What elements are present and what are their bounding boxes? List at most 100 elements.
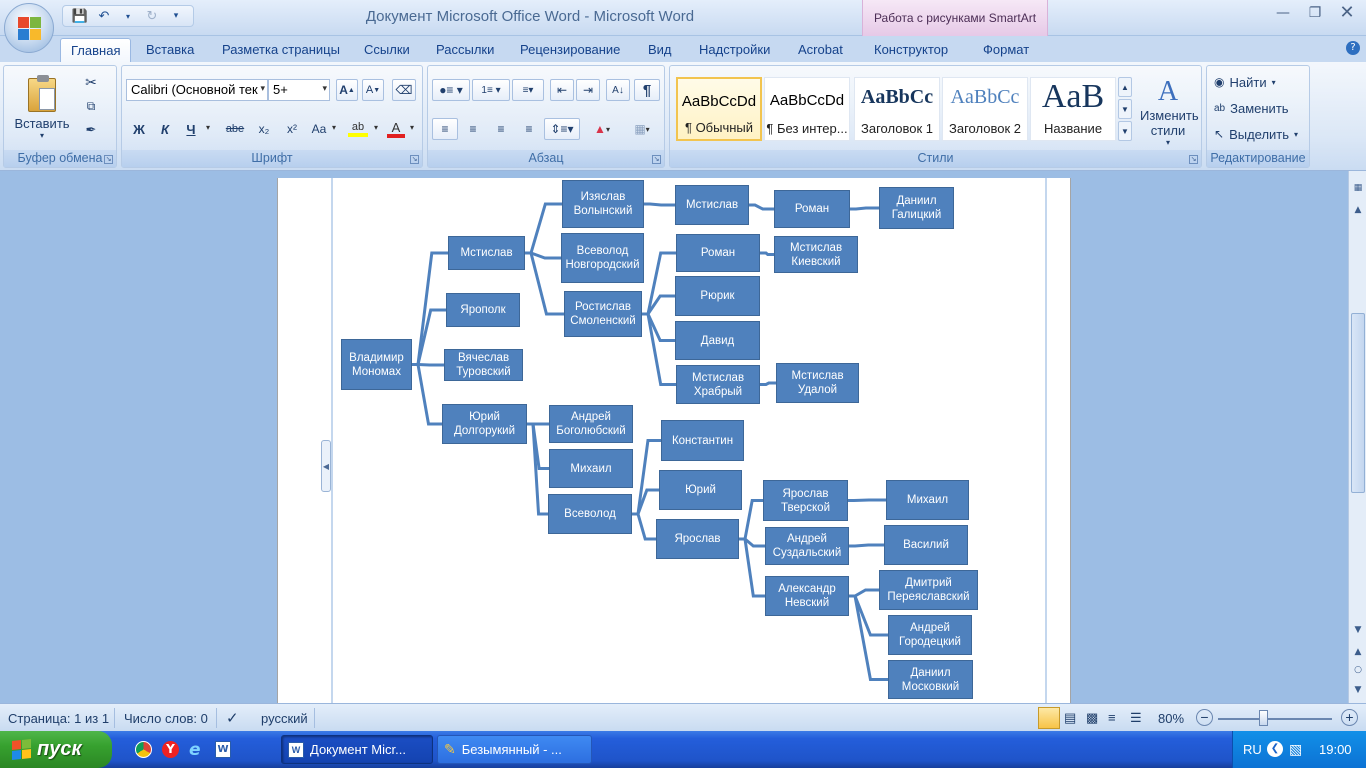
tree-node[interactable]: Изяслав Волынский — [562, 180, 644, 228]
tree-connector — [739, 537, 765, 598]
tree-connector — [525, 202, 562, 255]
status-divider — [216, 708, 217, 728]
tree-node[interactable]: Ростислав Смоленский — [564, 291, 642, 337]
ie-icon[interactable]: e — [189, 740, 201, 760]
proofing-icon[interactable]: ✓ — [226, 709, 239, 727]
browse-object-icon[interactable]: ○ — [1351, 663, 1365, 677]
office-button[interactable] — [4, 3, 54, 53]
tree-node[interactable]: Василий — [884, 525, 968, 565]
tree-connector — [632, 439, 661, 516]
print-layout-icon[interactable] — [1038, 707, 1060, 729]
web-layout-icon[interactable]: ▩ — [1086, 710, 1098, 726]
tree-node[interactable]: Роман — [774, 190, 850, 228]
taskbar-item-paint[interactable]: ✎ Безымянный - ... — [437, 735, 592, 764]
start-button[interactable]: пуск — [0, 731, 112, 768]
tree-node[interactable]: Ярополк — [446, 293, 520, 327]
tree-connector — [739, 499, 763, 541]
yandex-icon[interactable]: Y — [162, 741, 179, 758]
tree-node[interactable]: Дмитрий Переяславский — [879, 570, 978, 610]
paint-icon: ✎ — [444, 741, 456, 757]
full-screen-reading-icon[interactable]: ▤ — [1064, 710, 1076, 726]
tree-node[interactable]: Мстислав Храбрый — [676, 365, 760, 404]
prev-page-icon[interactable]: ▲ — [1351, 645, 1365, 659]
status-divider — [114, 708, 115, 728]
tree-node[interactable]: Роман — [676, 234, 760, 272]
tree-node[interactable]: Рюрик — [675, 276, 760, 316]
tree-connector — [642, 294, 675, 316]
status-bar: Страница: 1 из 1 Число слов: 0 ✓ русский… — [0, 703, 1366, 731]
language-bar-icon[interactable]: ❮ — [1267, 741, 1283, 757]
tree-connector — [749, 203, 774, 211]
tree-node[interactable]: Мстислав — [448, 236, 525, 270]
tree-connector — [632, 512, 656, 541]
word-count[interactable]: Число слов: 0 — [124, 711, 208, 726]
zoom-in-icon[interactable]: + — [1341, 709, 1358, 726]
tree-node[interactable]: Андрей Боголюбский — [549, 405, 633, 443]
tree-node[interactable]: Андрей Городецкий — [888, 615, 972, 655]
tree-connector — [849, 543, 884, 548]
office-logo-icon — [30, 17, 41, 28]
tree-node[interactable]: Владимир Мономах — [341, 339, 412, 390]
word-quicklaunch-icon[interactable]: W — [215, 741, 231, 758]
tree-node[interactable]: Ярослав Тверской — [763, 480, 848, 521]
tree-node[interactable]: Юрий — [659, 470, 742, 510]
draft-icon[interactable]: ☰ — [1130, 710, 1142, 726]
ruler-toggle-icon[interactable]: ▦ — [1351, 181, 1365, 195]
tree-node[interactable]: Ярослав — [656, 519, 739, 559]
office-logo-icon — [18, 29, 29, 40]
system-tray: RU ❮ ▧ 19:00 — [1232, 731, 1366, 768]
tree-node[interactable]: Андрей Суздальский — [765, 527, 849, 565]
office-logo-icon — [30, 29, 41, 40]
zoom-slider-track[interactable] — [1218, 718, 1332, 720]
tree-connector — [760, 381, 776, 386]
tree-node[interactable]: Константин — [661, 420, 744, 461]
tree-connector — [642, 312, 675, 342]
tree-connector — [644, 202, 675, 207]
tree-node[interactable]: Мстислав Удалой — [776, 363, 859, 403]
tree-node[interactable]: Давид — [675, 321, 760, 360]
tree-connector — [632, 488, 659, 516]
tree-node[interactable]: Мстислав — [675, 185, 749, 225]
language-indicator[interactable]: русский — [261, 711, 308, 726]
tree-node[interactable]: Всеволод — [548, 494, 632, 534]
tree-connector — [642, 312, 676, 386]
tree-node[interactable]: Вячеслав Туровский — [444, 349, 523, 381]
outline-icon[interactable]: ≡ — [1108, 710, 1116, 725]
tree-connector — [850, 206, 879, 211]
scroll-up-icon[interactable]: ▲ — [1351, 203, 1365, 217]
tree-connector — [412, 308, 446, 366]
tree-connector — [642, 251, 676, 316]
scrollbar-thumb[interactable] — [1351, 313, 1365, 493]
tree-connector — [412, 363, 442, 426]
tree-connector — [760, 251, 774, 256]
tree-connector — [527, 422, 549, 470]
scroll-down-icon[interactable]: ▼ — [1351, 623, 1365, 637]
word-doc-icon: W — [288, 741, 304, 758]
tree-node[interactable]: Юрий Долгорукий — [442, 404, 527, 444]
zoom-out-icon[interactable]: − — [1196, 709, 1213, 726]
tree-node[interactable]: Михаил — [886, 480, 969, 520]
office-logo-icon — [18, 17, 29, 28]
tree-node[interactable]: Мстислав Киевский — [774, 236, 858, 273]
taskbar-item-word[interactable]: W Документ Micr... — [281, 735, 433, 764]
network-icon[interactable]: ▧ — [1289, 741, 1302, 758]
taskbar-item-label: Документ Micr... — [310, 742, 406, 757]
tree-node[interactable]: Даниил Галицкий — [879, 187, 954, 229]
chrome-icon[interactable] — [135, 741, 152, 758]
status-divider — [314, 708, 315, 728]
taskbar-item-label: Безымянный - ... — [461, 742, 562, 757]
next-page-icon[interactable]: ▼ — [1351, 683, 1365, 697]
clock[interactable]: 19:00 — [1319, 742, 1352, 757]
zoom-level[interactable]: 80% — [1158, 711, 1184, 726]
tree-node[interactable]: Даниил Московкий — [888, 660, 973, 699]
windows-logo-icon — [12, 739, 31, 760]
tree-connector — [525, 251, 564, 316]
input-language[interactable]: RU — [1243, 742, 1262, 757]
vertical-scrollbar[interactable]: ▦ ▲ ▼ ▲ ○ ▼ — [1348, 171, 1366, 703]
page-counter[interactable]: Страница: 1 из 1 — [8, 711, 109, 726]
tree-node[interactable]: Александр Невский — [765, 576, 849, 616]
tree-node[interactable]: Михаил — [549, 449, 633, 488]
tree-node[interactable]: Всеволод Новгородский — [561, 233, 644, 283]
taskbar: пуск Y e W W Документ Micr... ✎ Безымянн… — [0, 731, 1366, 768]
zoom-slider-thumb[interactable] — [1259, 710, 1268, 726]
